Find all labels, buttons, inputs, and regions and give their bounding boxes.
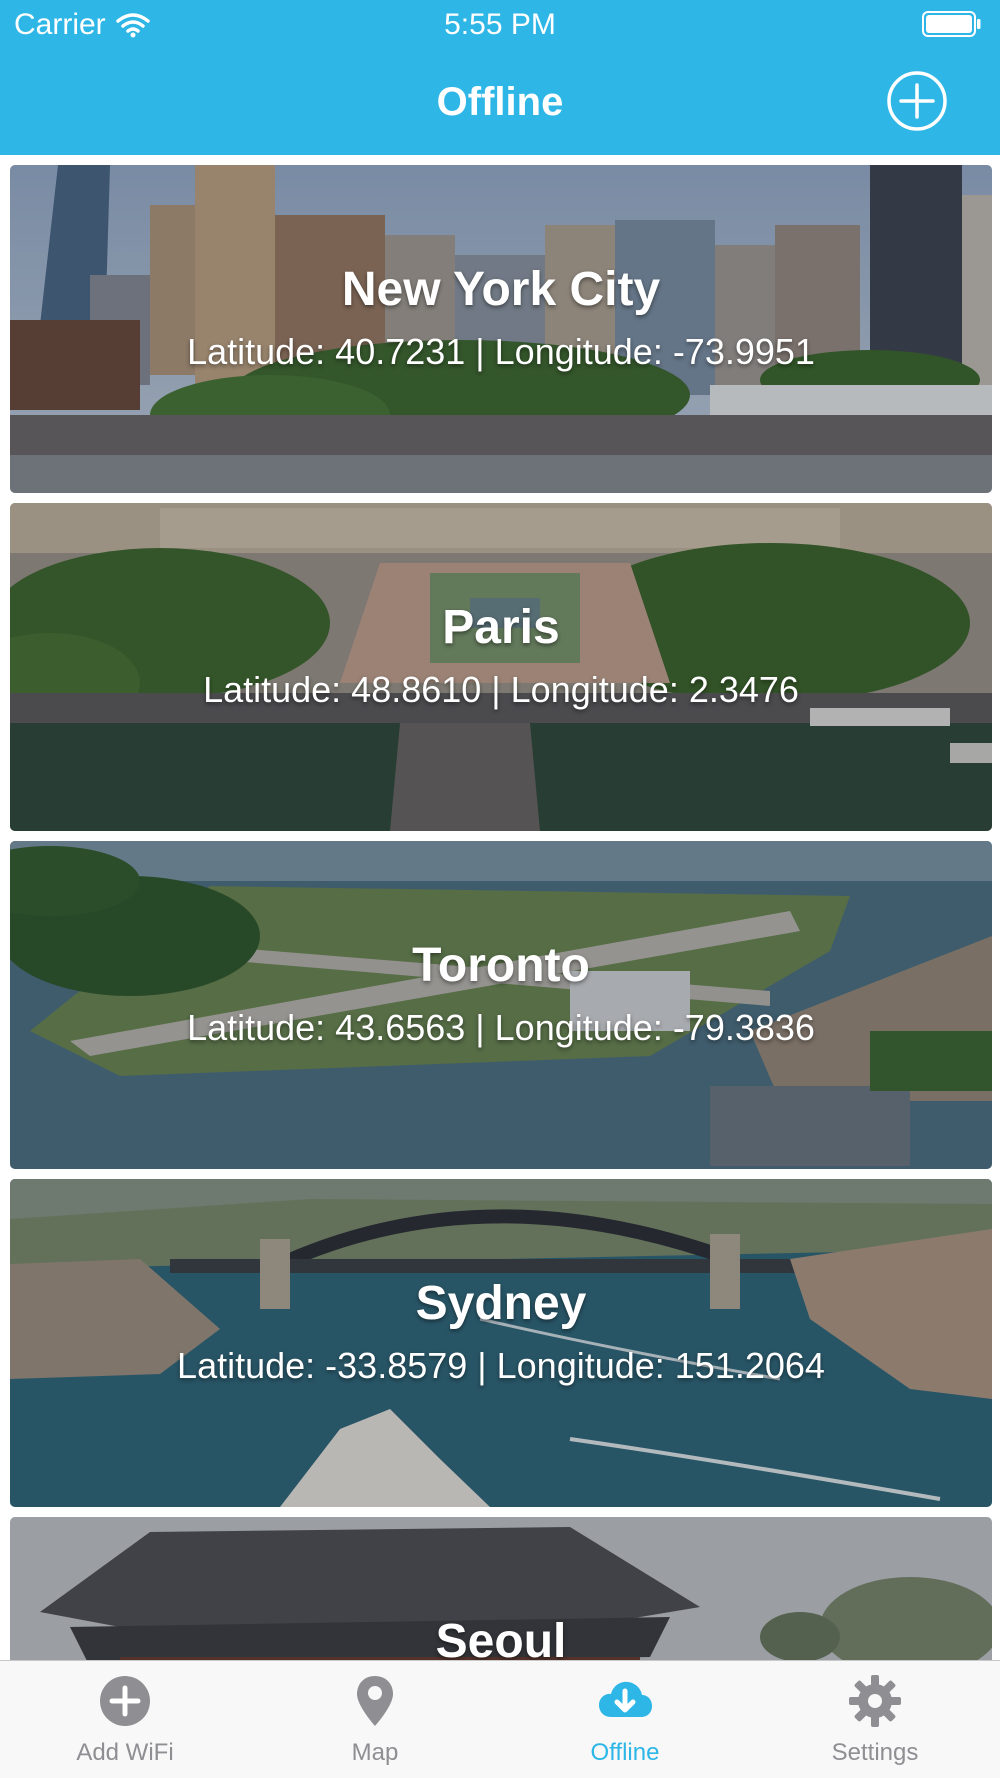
location-card[interactable]: Paris Latitude: 48.8610 | Longitude: 2.3… [10, 503, 992, 831]
location-list: New York City Latitude: 40.7231 | Longit… [0, 155, 1000, 1660]
tab-add-wifi[interactable]: Add WiFi [0, 1661, 250, 1778]
location-coordinates: Latitude: 40.7231 | Longitude: -73.9951 [187, 331, 815, 372]
card-text: Sydney Latitude: -33.8579 | Longitude: 1… [10, 1274, 992, 1388]
cloud-download-icon [597, 1673, 653, 1729]
tab-map[interactable]: Map [250, 1661, 500, 1778]
card-text: New York City Latitude: 40.7231 | Longit… [10, 260, 992, 374]
header: Carrier 5:55 PM Offline [0, 0, 1000, 155]
location-name: Toronto [412, 939, 590, 992]
location-card[interactable]: Sydney Latitude: -33.8579 | Longitude: 1… [10, 1179, 992, 1507]
map-pin-icon [347, 1673, 403, 1729]
tab-settings[interactable]: Settings [750, 1661, 1000, 1778]
status-time: 5:55 PM [444, 8, 556, 41]
add-location-button[interactable] [886, 70, 948, 132]
location-name: Paris [442, 601, 560, 654]
location-name: Sydney [415, 1277, 587, 1330]
tab-offline[interactable]: Offline [500, 1661, 750, 1778]
page-title: Offline [436, 80, 564, 124]
offline-screen: Carrier 5:55 PM Offline New York City La… [0, 0, 1000, 1778]
tab-label: Offline [590, 1739, 660, 1766]
location-name: New York City [341, 263, 661, 316]
location-coordinates: Latitude: -33.8579 | Longitude: 151.2064 [177, 1345, 825, 1386]
location-card[interactable]: Toronto Latitude: 43.6563 | Longitude: -… [10, 841, 992, 1169]
tab-bar: Add WiFi Map Offline Settings [0, 1660, 1000, 1778]
nav-bar: Offline [0, 62, 1000, 142]
card-text: Seoul [10, 1612, 992, 1660]
location-name: Seoul [435, 1615, 567, 1660]
status-bar: Carrier 5:55 PM [0, 0, 1000, 50]
tab-label: Settings [831, 1739, 919, 1766]
location-coordinates: Latitude: 48.8610 | Longitude: 2.3476 [203, 669, 799, 710]
plus-circle-icon [97, 1673, 153, 1729]
battery-icon [922, 11, 982, 37]
gear-icon [847, 1673, 903, 1729]
card-text: Paris Latitude: 48.8610 | Longitude: 2.3… [10, 598, 992, 712]
card-text: Toronto Latitude: 43.6563 | Longitude: -… [10, 936, 992, 1050]
tab-label: Map [351, 1739, 399, 1766]
location-coordinates: Latitude: 43.6563 | Longitude: -79.3836 [187, 1007, 815, 1048]
tab-label: Add WiFi [76, 1739, 174, 1766]
location-card[interactable]: Seoul [10, 1517, 992, 1660]
location-card[interactable]: New York City Latitude: 40.7231 | Longit… [10, 165, 992, 493]
plus-circle-icon [887, 71, 947, 131]
